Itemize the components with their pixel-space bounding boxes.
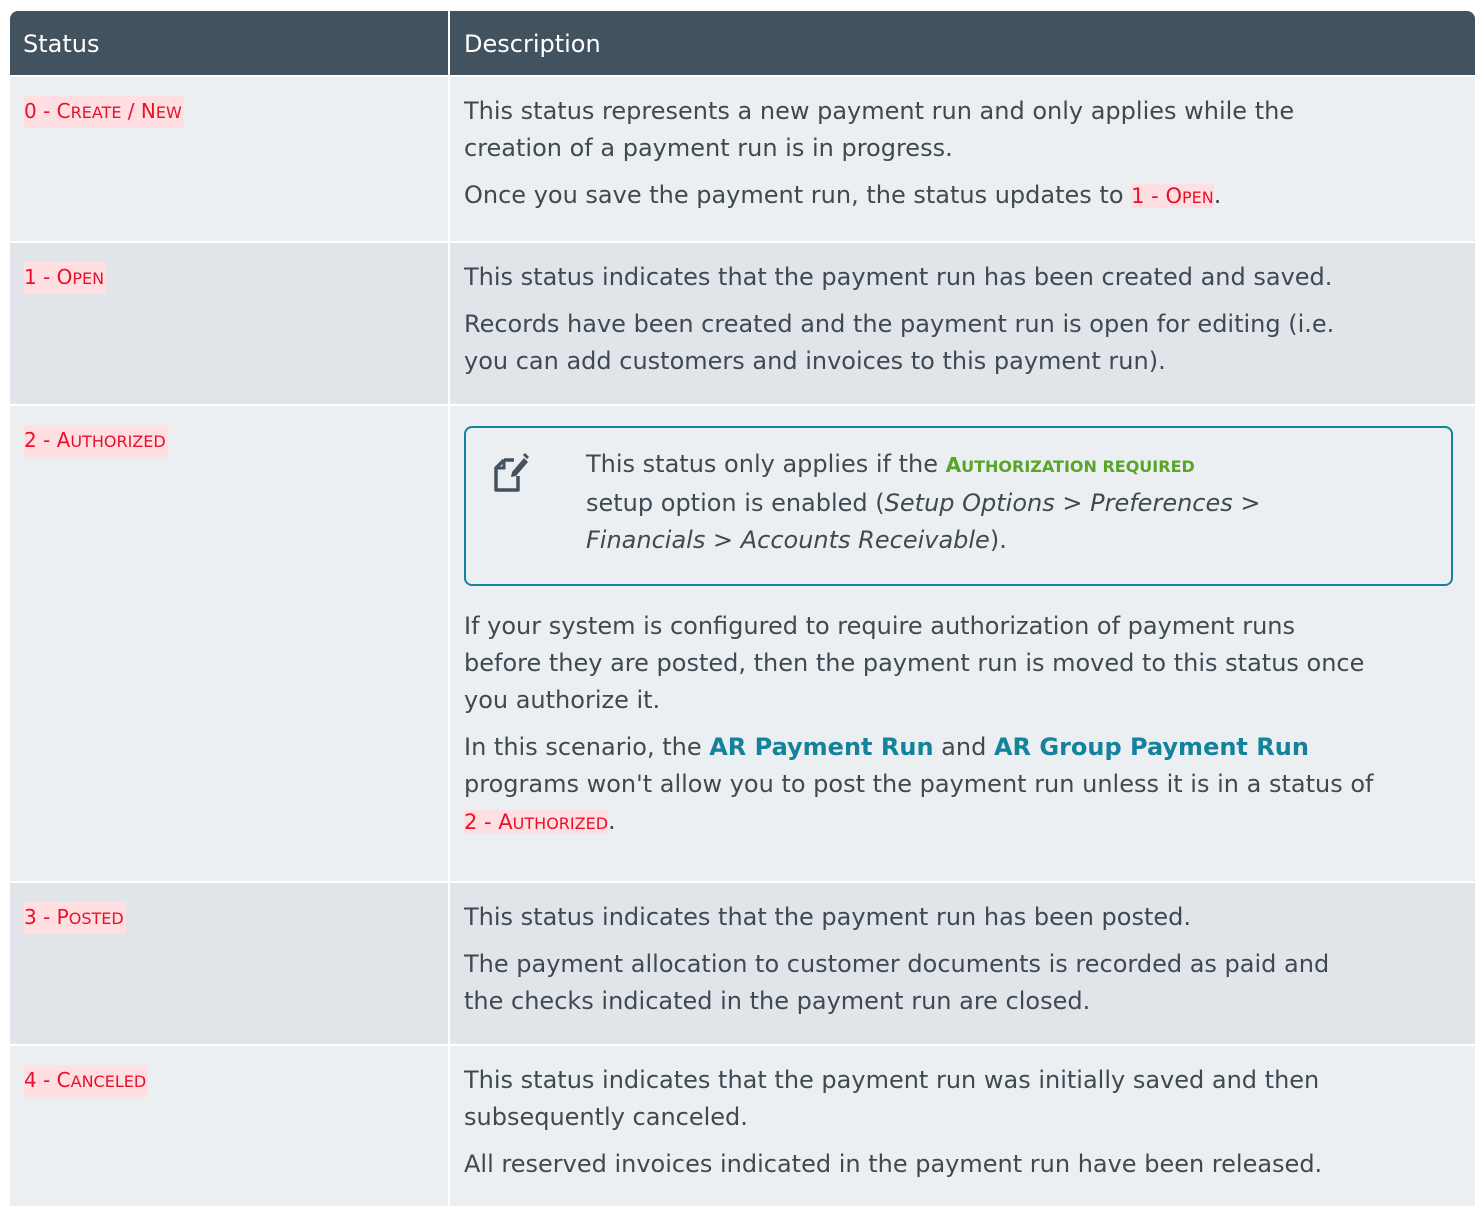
punctuation: . <box>1213 181 1222 209</box>
description-paragraph: Records have been created and the paymen… <box>464 306 1475 380</box>
status-reference: 1 - OPEN <box>1131 184 1214 208</box>
text-line: you can add customers and invoices to th… <box>464 347 1166 375</box>
status-number: 2 - <box>24 428 57 452</box>
status-badge: 1 - OPEN <box>24 262 107 294</box>
option-cap: A <box>945 453 962 477</box>
status-number: 0 - <box>24 99 57 123</box>
status-smallcaps: OSTED <box>68 909 124 928</box>
status-smallcaps: PEN <box>72 269 105 288</box>
status-cap: C <box>56 1068 71 1092</box>
description-paragraph: If your system is configured to require … <box>464 608 1475 719</box>
text-line: Records have been created and the paymen… <box>464 310 1335 338</box>
punctuation: ). <box>989 526 1007 554</box>
text-line: If your system is configured to require … <box>464 612 1295 640</box>
status-cell: 1 - OPEN <box>10 243 450 404</box>
description-paragraph: All reserved invoices indicated in the p… <box>464 1146 1475 1183</box>
text-line: This status indicates that the payment r… <box>464 263 1333 291</box>
description-paragraph: This status indicates that the payment r… <box>464 899 1475 936</box>
path-separator: > <box>1054 489 1091 517</box>
status-cell: 4 - CANCELED <box>10 1046 450 1206</box>
text-line: Once you save the payment run, the statu… <box>464 181 1132 209</box>
description-paragraph: This status indicates that the payment r… <box>464 259 1475 296</box>
description-cell: This status indicates that the payment r… <box>450 1046 1475 1206</box>
table-row: 0 - CREATE / NEW This status represents … <box>10 75 1475 241</box>
menu-path-item: Preferences <box>1090 489 1233 517</box>
status-smallcaps: UTHORIZED <box>512 814 609 833</box>
status-cell: 0 - CREATE / NEW <box>10 77 450 241</box>
program-link-ar-group-payment-run[interactable]: AR Group Payment Run <box>994 733 1309 761</box>
menu-path-item: Accounts Receivable <box>740 526 990 554</box>
header-status: Status <box>10 11 450 75</box>
text-line: All reserved invoices indicated in the p… <box>464 1150 1323 1178</box>
status-cap: A <box>56 428 71 452</box>
text-line: the checks indicated in the payment run … <box>464 987 1091 1015</box>
status-separator: / <box>121 99 141 123</box>
status-badge: 2 - AUTHORIZED <box>24 425 168 457</box>
setup-option-name: AUTHORIZATION REQUIRED <box>946 453 1195 477</box>
description-paragraph: This status represents a new payment run… <box>464 93 1475 167</box>
text-line: In this scenario, the <box>464 733 710 761</box>
description-paragraph: The payment allocation to customer docum… <box>464 946 1475 1020</box>
punctuation: . <box>608 807 616 835</box>
status-cap: O <box>1165 184 1182 208</box>
description-cell: This status indicates that the payment r… <box>450 883 1475 1044</box>
status-cap: C <box>56 99 71 123</box>
note-edit-icon <box>494 452 530 492</box>
status-smallcaps: REATE <box>70 103 122 122</box>
status-number: 3 - <box>24 905 57 929</box>
text-line: programs won't allow you to post the pay… <box>464 770 1374 798</box>
table-row: 3 - POSTED This status indicates that th… <box>10 881 1475 1044</box>
status-number: 1 - <box>24 265 57 289</box>
status-number: 2 - <box>464 810 499 834</box>
status-table: Status Description 0 - CREATE / NEW This… <box>10 11 1475 1206</box>
table-header: Status Description <box>10 11 1475 75</box>
status-cap: O <box>56 265 73 289</box>
status-smallcaps: PEN <box>1181 188 1214 207</box>
text-line: you authorize it. <box>464 686 661 714</box>
status-cap: A <box>498 810 513 834</box>
text-line: This status indicates that the payment r… <box>464 903 1191 931</box>
status-reference: 2 - AUTHORIZED <box>464 810 609 834</box>
status-number: 1 - <box>1131 184 1166 208</box>
status-badge: 4 - CANCELED <box>24 1065 149 1097</box>
status-cell: 3 - POSTED <box>10 883 450 1044</box>
program-link-ar-payment-run[interactable]: AR Payment Run <box>709 733 933 761</box>
status-number: 4 - <box>24 1068 57 1092</box>
status-smallcaps: UTHORIZED <box>70 432 166 451</box>
description-paragraph: This status indicates that the payment r… <box>464 1062 1475 1136</box>
description-cell: This status represents a new payment run… <box>450 77 1475 241</box>
text-line: This status indicates that the payment r… <box>464 1066 1320 1094</box>
path-separator: > <box>705 526 741 554</box>
menu-path-item: Financials <box>586 526 706 554</box>
text-line: This status represents a new payment run… <box>464 97 1295 125</box>
status-smallcaps: EW <box>155 103 182 122</box>
status-badge: 0 - CREATE / NEW <box>24 96 184 128</box>
option-smallcaps: UTHORIZATION REQUIRED <box>961 457 1195 476</box>
status-smallcaps: ANCELED <box>70 1072 147 1091</box>
status-cap: P <box>56 905 69 929</box>
header-description: Description <box>464 30 601 58</box>
path-separator: > <box>1232 489 1261 517</box>
menu-path-item: Setup Options <box>884 489 1055 517</box>
text-line: and <box>933 733 994 761</box>
text-line: setup option is enabled ( <box>586 489 885 517</box>
note-box: This status only applies if the AUTHORIZ… <box>464 426 1453 586</box>
status-cap: N <box>140 99 156 123</box>
text-line: This status only applies if the <box>586 450 946 478</box>
status-cell: 2 - AUTHORIZED <box>10 406 450 881</box>
description-cell: This status only applies if the AUTHORIZ… <box>450 406 1475 881</box>
text-line: The payment allocation to customer docum… <box>464 950 1330 978</box>
text-line: before they are posted, then the payment… <box>464 649 1365 677</box>
description-cell: This status indicates that the payment r… <box>450 243 1475 404</box>
text-line: creation of a payment run is in progress… <box>464 134 953 162</box>
text-line: subsequently canceled. <box>464 1103 748 1131</box>
table-row: 1 - OPEN This status indicates that the … <box>10 241 1475 404</box>
description-paragraph: In this scenario, the AR Payment Run and… <box>464 729 1475 842</box>
description-paragraph: Once you save the payment run, the statu… <box>464 177 1475 216</box>
table-row: 2 - AUTHORIZED This status only applies … <box>10 404 1475 881</box>
status-badge: 3 - POSTED <box>24 902 126 934</box>
table-row: 4 - CANCELED This status indicates that … <box>10 1044 1475 1206</box>
note-text: This status only applies if the AUTHORIZ… <box>586 446 1261 559</box>
